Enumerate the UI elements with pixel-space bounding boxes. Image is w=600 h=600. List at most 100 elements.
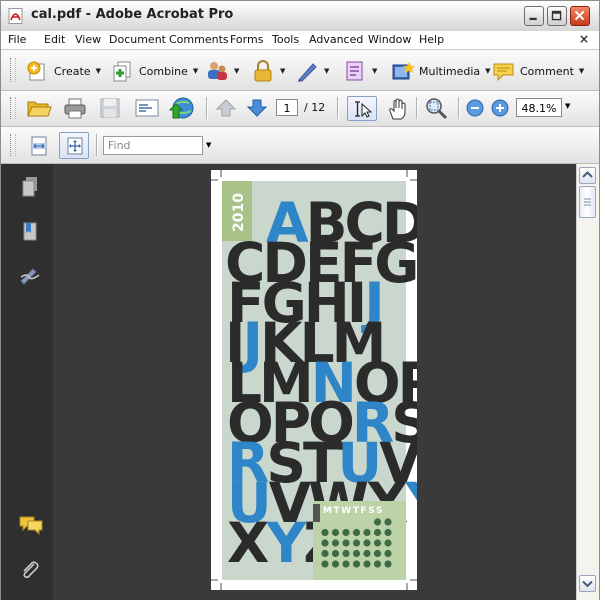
scroll-up-button[interactable] <box>579 167 596 184</box>
marquee-zoom-icon[interactable] <box>424 96 450 120</box>
toolbar-separator <box>206 97 208 119</box>
toolbar-grip[interactable] <box>10 134 16 156</box>
hand-tool-icon[interactable] <box>386 97 410 121</box>
open-folder-icon[interactable] <box>26 97 52 119</box>
navigation-pane <box>1 164 53 600</box>
menu-comments[interactable]: Comments <box>169 33 229 46</box>
menu-document[interactable]: Document <box>109 33 166 46</box>
previous-page-icon[interactable] <box>215 98 237 118</box>
calendar-day-dot <box>352 549 361 558</box>
calendar-day-dot <box>321 539 329 547</box>
calendar-day-dot <box>331 528 340 537</box>
pdf-page[interactable]: ABCDCDEFGFGHIJIJKLMLMNOPOPQRSRSTUVUVWXYX… <box>211 170 417 590</box>
zoom-level-input[interactable]: 48.1% <box>516 98 562 117</box>
page-number-input[interactable]: 1 <box>276 99 298 116</box>
pages-panel-icon[interactable] <box>21 176 39 198</box>
calendar-day-dot <box>363 560 371 568</box>
vertical-scrollbar[interactable] <box>576 164 599 600</box>
fit-page-button[interactable] <box>59 132 89 159</box>
calendar-day-dot <box>363 528 371 537</box>
arrow-down-icon <box>582 580 593 588</box>
form-icon <box>346 61 363 81</box>
calendar-day-dot <box>331 549 340 558</box>
menu-help[interactable]: Help <box>419 33 444 46</box>
find-input[interactable]: Find <box>103 136 203 155</box>
title-bar[interactable]: cal.pdf - Adobe Acrobat Pro <box>1 1 599 32</box>
toolbar-separator <box>337 97 339 119</box>
maximize-button[interactable] <box>547 6 567 26</box>
toolbar-grip[interactable] <box>10 97 16 119</box>
menu-file[interactable]: File <box>8 33 26 46</box>
multimedia-label: Multimedia <box>419 64 481 78</box>
collaborate-button[interactable]: ▼ <box>205 60 239 82</box>
month-tab <box>313 504 320 522</box>
multimedia-button[interactable]: Multimedia ▼ <box>390 60 491 82</box>
menu-forms[interactable]: Forms <box>230 33 263 46</box>
maximize-icon <box>551 10 562 21</box>
scroll-down-button[interactable] <box>579 575 596 592</box>
select-tool-button[interactable] <box>347 96 377 121</box>
page-display-toolbar <box>1 127 599 164</box>
calendar-day-dot <box>384 518 392 526</box>
menu-advanced[interactable]: Advanced <box>309 33 363 46</box>
menu-view[interactable]: View <box>75 33 101 46</box>
page-total: / 12 <box>304 101 326 114</box>
combine-button[interactable]: Combine ▼ <box>110 60 198 82</box>
calendar-day-dot <box>352 560 361 568</box>
find-dropdown-chevron-icon[interactable]: ▼ <box>206 141 211 149</box>
calendar-day-dot <box>384 549 392 558</box>
document-close-button[interactable]: × <box>579 32 589 46</box>
chevron-down-icon: ▼ <box>95 67 101 75</box>
zoom-in-icon[interactable] <box>491 99 509 117</box>
scroll-thumb[interactable] <box>579 186 596 218</box>
calendar-day-dot <box>321 549 329 558</box>
zoom-out-icon[interactable] <box>466 99 484 117</box>
fit-width-icon[interactable] <box>29 135 49 157</box>
calendar-day-dot <box>342 560 350 568</box>
menu-edit[interactable]: Edit <box>44 33 65 46</box>
toolbar-grip[interactable] <box>10 58 16 82</box>
minimize-icon <box>529 17 537 21</box>
forms-button[interactable]: ▼ <box>343 60 377 82</box>
close-button[interactable] <box>570 6 590 26</box>
calendar-day-dot <box>373 549 382 558</box>
pdf-file-icon <box>8 8 23 24</box>
bookmarks-panel-icon[interactable] <box>21 221 39 243</box>
calendar-day-dot <box>331 539 340 547</box>
grip-lines-icon <box>584 198 591 206</box>
combine-label: Combine <box>139 64 188 78</box>
file-navigation-toolbar <box>1 91 599 127</box>
minimize-button[interactable] <box>524 6 544 26</box>
calendar-day-dot <box>373 560 382 568</box>
upload-globe-icon[interactable] <box>169 96 195 120</box>
calendar-day-dot <box>321 560 329 568</box>
print-icon[interactable] <box>63 97 87 119</box>
secure-button[interactable]: ▼ <box>251 60 285 82</box>
create-icon <box>27 61 45 81</box>
chevron-down-icon: ▼ <box>324 67 330 75</box>
menu-window[interactable]: Window <box>368 33 411 46</box>
zoom-dropdown-chevron-icon[interactable]: ▼ <box>565 102 570 110</box>
close-icon <box>574 10 585 21</box>
toolbar-separator <box>96 134 98 156</box>
window-title: cal.pdf - Adobe Acrobat Pro <box>31 7 234 22</box>
calendar-day-dot <box>352 528 361 537</box>
fit-page-icon <box>67 137 83 155</box>
chevron-down-icon: ▼ <box>485 67 491 75</box>
comments-panel-icon[interactable] <box>18 515 44 535</box>
signatures-panel-icon[interactable] <box>19 265 41 285</box>
comment-button[interactable]: Comment ▼ <box>491 60 584 82</box>
email-icon[interactable] <box>134 98 160 118</box>
combine-icon <box>113 61 131 82</box>
create-button[interactable]: Create ▼ <box>25 60 101 82</box>
create-label: Create <box>54 64 91 78</box>
menu-tools[interactable]: Tools <box>272 33 299 46</box>
sign-button[interactable]: ▼ <box>295 60 329 82</box>
year-label: 2010 <box>231 193 247 232</box>
next-page-icon[interactable] <box>246 98 268 118</box>
calendar-day-dot <box>331 560 340 568</box>
save-icon[interactable] <box>99 97 121 119</box>
attachments-paperclip-icon[interactable] <box>19 559 41 581</box>
collaborate-icon <box>208 62 227 80</box>
calendar-poster: ABCDCDEFGFGHIJIJKLMLMNOPOPQRSRSTUVUVWXYX… <box>211 170 417 590</box>
